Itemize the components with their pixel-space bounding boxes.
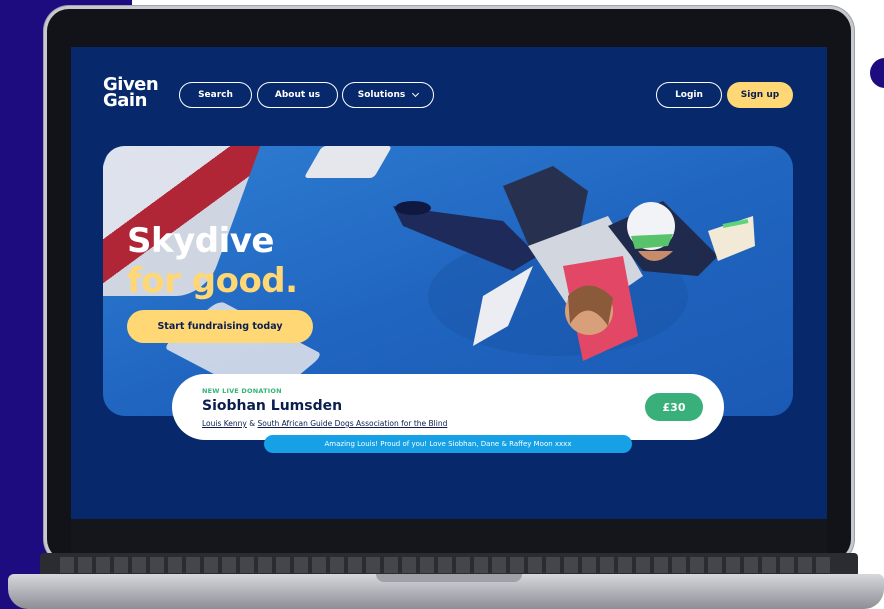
logo-line-2: Gain bbox=[103, 90, 147, 111]
sign-up-label: Sign up bbox=[740, 90, 780, 100]
hero-title-line-2: for good. bbox=[127, 261, 298, 301]
donor-name: Siobhan Lumsden bbox=[202, 398, 343, 414]
search-button[interactable]: Search bbox=[179, 82, 252, 108]
fundraiser-link[interactable]: Louis Kenny bbox=[202, 419, 247, 428]
donation-message: Amazing Louis! Proud of you! Love Siobha… bbox=[264, 435, 632, 453]
donation-recipient-line: Louis Kenny & South African Guide Dogs A… bbox=[202, 419, 447, 428]
givengain-logo[interactable]: Given Gain bbox=[103, 76, 169, 111]
start-fundraising-label: Start fundraising today bbox=[157, 321, 283, 332]
login-button[interactable]: Login bbox=[656, 82, 722, 108]
donation-amount: £30 bbox=[662, 400, 686, 414]
donation-amount-badge: £30 bbox=[645, 393, 703, 421]
about-us-label: About us bbox=[274, 90, 321, 100]
recipient-connector: & bbox=[246, 419, 258, 428]
donation-message-text: Amazing Louis! Proud of you! Love Siobha… bbox=[324, 440, 572, 448]
laptop-notch bbox=[376, 574, 522, 582]
hero-title-line-1: Skydive bbox=[127, 221, 274, 261]
background-decor-shape bbox=[865, 53, 884, 93]
search-label: Search bbox=[198, 90, 233, 100]
solutions-label: Solutions bbox=[357, 90, 406, 100]
solutions-dropdown[interactable]: Solutions bbox=[342, 82, 434, 108]
login-label: Login bbox=[675, 90, 703, 100]
chevron-down-icon bbox=[412, 89, 420, 98]
sign-up-button[interactable]: Sign up bbox=[727, 82, 793, 108]
donation-kicker: NEW LIVE DONATION bbox=[202, 387, 282, 395]
about-us-button[interactable]: About us bbox=[257, 82, 338, 108]
laptop-keys bbox=[60, 557, 830, 573]
charity-link[interactable]: South African Guide Dogs Association for… bbox=[258, 419, 448, 428]
start-fundraising-button[interactable]: Start fundraising today bbox=[127, 310, 313, 343]
live-donation-card: NEW LIVE DONATION Siobhan Lumsden Louis … bbox=[172, 374, 724, 440]
laptop-bezel bbox=[71, 519, 827, 555]
laptop-screen: Given Gain Search About us Solutions Log… bbox=[71, 47, 827, 519]
